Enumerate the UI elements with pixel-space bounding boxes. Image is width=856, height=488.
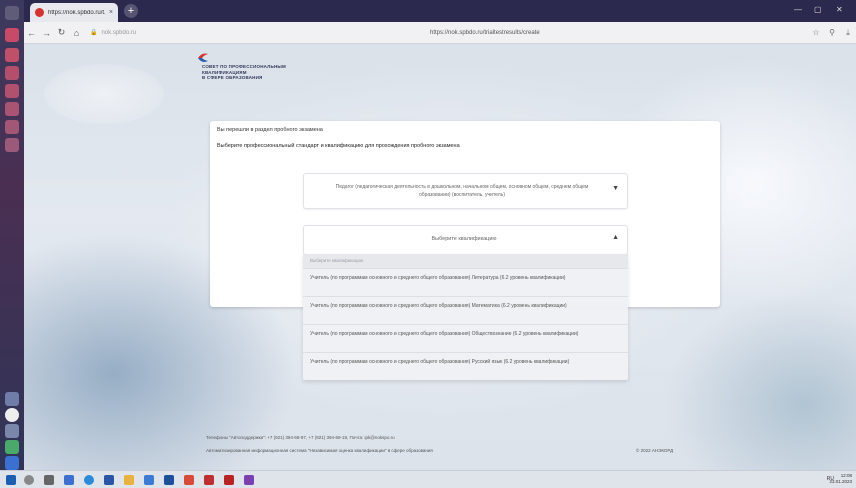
forward-icon[interactable]: →: [39, 28, 54, 38]
taskbar-app-icon[interactable]: [224, 475, 234, 485]
qualification-select-placeholder: Выберите квалификацию: [431, 236, 497, 242]
taskbar-app-icon[interactable]: [244, 475, 254, 485]
browser-sidebar: [0, 0, 24, 470]
taskbar-app-icon[interactable]: [104, 475, 114, 485]
home-icon[interactable]: ⌂: [69, 28, 84, 38]
footer-copyright: © 2022 АНЭКОРД: [636, 448, 674, 453]
footer-system-name: Автоматизированная информационная систем…: [206, 448, 433, 453]
sidebar-app-icon[interactable]: [5, 120, 19, 134]
address-bar: ← → ↻ ⌂ 🔒 nok.spbdo.ru https://nok.spbdo…: [24, 22, 856, 44]
instruction-text: Выберите профессиональный стандарт и ква…: [217, 143, 460, 149]
qualification-select[interactable]: Выберите квалификацию ▲: [303, 225, 628, 255]
extensions-icon[interactable]: ⚲: [824, 28, 840, 37]
tab-bar: https://nok.spbdo.ru/t... × + — ▢ ✕: [24, 0, 856, 22]
maximize-button[interactable]: ▢: [814, 5, 822, 14]
taskbar-app-icon[interactable]: [144, 475, 154, 485]
standard-select[interactable]: Педагог (педагогическая деятельность в д…: [303, 173, 628, 209]
standard-select-value: Педагог (педагогическая деятельность в д…: [335, 184, 589, 198]
taskbar-app-icon[interactable]: [64, 475, 74, 485]
site-favicon-icon: [35, 8, 44, 17]
profile-icon[interactable]: [5, 6, 19, 20]
sidebar-app-icon[interactable]: [5, 28, 19, 42]
task-view-icon[interactable]: [44, 475, 54, 485]
page-content: СОВЕТ ПО ПРОФЕССИОНАЛЬНЫМ КВАЛИФИКАЦИЯМ …: [24, 44, 856, 470]
qualification-option[interactable]: Учитель (по программам основного и средн…: [303, 296, 628, 324]
add-icon[interactable]: [5, 408, 19, 422]
url-text: https://nok.spbdo.ru/trialtestresults/cr…: [430, 29, 540, 36]
taskbar-app-icon[interactable]: [164, 475, 174, 485]
new-tab-button[interactable]: +: [124, 4, 138, 18]
url-field[interactable]: 🔒 nok.spbdo.ru https://nok.spbdo.ru/tria…: [90, 25, 802, 40]
taskbar-app-icon[interactable]: [204, 475, 214, 485]
qualification-option[interactable]: Учитель (по программам основного и средн…: [303, 268, 628, 296]
clock-date: 23.01.2023: [829, 479, 852, 484]
taskbar-app-icon[interactable]: [84, 475, 94, 485]
sidebar-app-icon[interactable]: [5, 424, 19, 438]
close-window-button[interactable]: ✕: [836, 5, 843, 14]
reload-icon[interactable]: ↻: [54, 27, 69, 38]
sidebar-app-icon[interactable]: [5, 138, 19, 152]
sidebar-app-icon[interactable]: [5, 102, 19, 116]
qualification-dropdown: Выберите квалификацию Учитель (по програ…: [303, 254, 628, 380]
sidebar-app-icon[interactable]: [5, 456, 19, 470]
chevron-up-icon: ▲: [612, 234, 619, 241]
lock-icon: 🔒: [90, 30, 98, 36]
download-icon[interactable]: ⤓: [840, 28, 856, 38]
logo-text: СОВЕТ ПО ПРОФЕССИОНАЛЬНЫМ КВАЛИФИКАЦИЯМ …: [202, 64, 286, 81]
tab-title: https://nok.spbdo.ru/t...: [48, 9, 105, 16]
folder-icon[interactable]: [124, 475, 134, 485]
clock[interactable]: 12:08 23.01.2023: [829, 473, 852, 485]
bookmark-icon[interactable]: ☆: [808, 28, 824, 37]
dropdown-header: Выберите квалификацию: [303, 254, 628, 268]
qualification-option[interactable]: Учитель (по программам основного и средн…: [303, 324, 628, 352]
browser-tab[interactable]: https://nok.spbdo.ru/t... ×: [30, 3, 118, 22]
logo-line: СОВЕТ ПО ПРОФЕССИОНАЛЬНЫМ: [202, 64, 286, 69]
chevron-down-icon: ▼: [612, 185, 619, 192]
sidebar-app-icon[interactable]: [5, 440, 19, 454]
minimize-button[interactable]: —: [794, 5, 802, 14]
notice-text: Вы перешли в раздел пробного экзамена: [217, 127, 323, 133]
sidebar-app-icon[interactable]: [5, 392, 19, 406]
sidebar-app-icon[interactable]: [5, 66, 19, 80]
back-icon[interactable]: ←: [24, 28, 39, 38]
logo-mark-icon: [198, 53, 208, 62]
qualification-option[interactable]: Учитель (по программам основного и средн…: [303, 352, 628, 380]
sidebar-app-icon[interactable]: [5, 48, 19, 62]
taskbar: RU 12:08 23.01.2023: [0, 470, 856, 488]
footer-contacts: Телефоны "Автоподдержки": +7 (921) 394-6…: [206, 435, 395, 440]
logo-line: В СФЕРЕ ОБРАЗОВАНИЯ: [202, 75, 263, 80]
taskbar-app-icon[interactable]: [184, 475, 194, 485]
background-glow: [44, 64, 164, 124]
search-icon[interactable]: [24, 475, 34, 485]
start-icon[interactable]: [6, 475, 16, 485]
tab-close-button[interactable]: ×: [109, 9, 113, 16]
sidebar-app-icon[interactable]: [5, 84, 19, 98]
url-domain: nok.spbdo.ru: [101, 29, 137, 36]
